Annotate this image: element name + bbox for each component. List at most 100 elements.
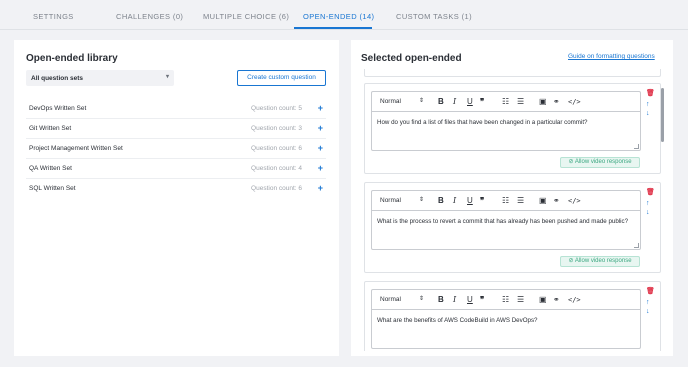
set-name: QA Written Set (29, 165, 72, 172)
list-item: SQL Written Set Question count: 6 + (26, 179, 326, 199)
editor-toolbar: Normal ⇕ B I U ❞ ☷ ☰ ▣ ⚭ </> (372, 191, 640, 211)
question-editor[interactable]: Normal ⇕ B I U ❞ ☷ ☰ ▣ ⚭ </> What is the… (371, 190, 641, 250)
code-icon[interactable]: </> (568, 98, 581, 106)
quote-icon[interactable]: ❞ (480, 196, 484, 205)
bold-icon[interactable]: B (438, 196, 444, 205)
selected-title: Selected open-ended (361, 53, 462, 64)
bold-icon[interactable]: B (438, 295, 444, 304)
up-down-chevron-icon: ⇕ (419, 296, 425, 302)
format-select[interactable]: Normal (380, 296, 401, 303)
trash-icon[interactable]: 🗑 (646, 287, 655, 295)
selected-questions-scroll[interactable]: Normal ⇕ B I U ❞ ☷ ☰ ▣ ⚭ </> How do you … (361, 69, 665, 351)
move-up-icon[interactable]: ↑ (646, 200, 650, 207)
quote-icon[interactable]: ❞ (480, 97, 484, 106)
set-name: Git Written Set (29, 125, 72, 132)
underline-icon[interactable]: U (467, 196, 473, 205)
resize-handle-icon[interactable] (634, 243, 639, 248)
set-count: Question count: 6 (251, 145, 302, 152)
set-name: SQL Written Set (29, 185, 76, 192)
tab-settings[interactable]: SETTINGS (33, 12, 74, 21)
allow-video-response-button[interactable]: ⊘ Allow video response (560, 157, 640, 168)
link-icon[interactable]: ⚭ (553, 97, 560, 106)
up-down-chevron-icon: ⇕ (419, 98, 425, 104)
tab-custom-tasks[interactable]: CUSTOM TASKS (1) (396, 12, 472, 21)
formatting-guide-link[interactable]: Guide on formatting questions (568, 53, 655, 60)
video-button-label: Allow video response (574, 159, 632, 165)
add-set-icon[interactable]: + (318, 143, 323, 153)
chevron-down-icon: ▾ (165, 74, 169, 80)
code-icon[interactable]: </> (568, 296, 581, 304)
code-icon[interactable]: </> (568, 197, 581, 205)
ordered-list-icon[interactable]: ☷ (502, 196, 509, 205)
library-panel: Open-ended library All question sets ▾ C… (14, 40, 339, 356)
trash-icon[interactable]: 🗑 (646, 188, 655, 196)
list-item: QA Written Set Question count: 4 + (26, 159, 326, 179)
tab-multiple-choice[interactable]: MULTIPLE CHOICE (6) (203, 12, 289, 21)
editor-toolbar: Normal ⇕ B I U ❞ ☷ ☰ ▣ ⚭ </> (372, 92, 640, 112)
create-custom-question-button[interactable]: Create custom question (237, 70, 326, 86)
question-card: Normal ⇕ B I U ❞ ☷ ☰ ▣ ⚭ </> How do you … (364, 83, 661, 174)
set-count: Question count: 4 (251, 165, 302, 172)
link-icon[interactable]: ⚭ (553, 295, 560, 304)
library-title: Open-ended library (26, 53, 118, 64)
move-down-icon[interactable]: ↓ (646, 110, 650, 117)
resize-handle-icon[interactable] (634, 144, 639, 149)
image-icon[interactable]: ▣ (539, 196, 547, 205)
bullet-list-icon[interactable]: ☰ (517, 97, 524, 106)
ordered-list-icon[interactable]: ☷ (502, 295, 509, 304)
move-down-icon[interactable]: ↓ (646, 209, 650, 216)
trash-icon[interactable]: 🗑 (646, 89, 655, 97)
image-icon[interactable]: ▣ (539, 97, 547, 106)
scrollbar-thumb[interactable] (661, 88, 664, 142)
list-item: Git Written Set Question count: 3 + (26, 119, 326, 139)
ordered-list-icon[interactable]: ☷ (502, 97, 509, 106)
question-text[interactable]: How do you find a list of files that hav… (377, 118, 632, 127)
list-item: DevOps Written Set Question count: 5 + (26, 99, 326, 119)
tab-open-ended[interactable]: OPEN-ENDED (14) (303, 12, 374, 21)
set-name: Project Management Written Set (29, 145, 123, 152)
question-text[interactable]: What are the benefits of AWS CodeBuild i… (377, 316, 632, 325)
image-icon[interactable]: ▣ (539, 295, 547, 304)
up-down-chevron-icon: ⇕ (419, 197, 425, 203)
question-editor[interactable]: Normal ⇕ B I U ❞ ☷ ☰ ▣ ⚭ </> How do you … (371, 91, 641, 151)
move-down-icon[interactable]: ↓ (646, 308, 650, 315)
previous-question-card (364, 69, 661, 77)
set-count: Question count: 6 (251, 185, 302, 192)
tab-challenges[interactable]: CHALLENGES (0) (116, 12, 183, 21)
question-set-list: DevOps Written Set Question count: 5 + G… (26, 99, 326, 199)
add-set-icon[interactable]: + (318, 123, 323, 133)
underline-icon[interactable]: U (467, 295, 473, 304)
underline-icon[interactable]: U (467, 97, 473, 106)
selected-panel: Selected open-ended Guide on formatting … (351, 40, 673, 356)
italic-icon[interactable]: I (453, 196, 456, 205)
question-card: Normal ⇕ B I U ❞ ☷ ☰ ▣ ⚭ </> What is the… (364, 182, 661, 273)
question-set-filter[interactable]: All question sets ▾ (26, 70, 174, 86)
quote-icon[interactable]: ❞ (480, 295, 484, 304)
set-count: Question count: 5 (251, 105, 302, 112)
allow-video-response-button[interactable]: ⊘ Allow video response (560, 256, 640, 267)
filter-value: All question sets (31, 75, 84, 82)
format-select[interactable]: Normal (380, 98, 401, 105)
move-up-icon[interactable]: ↑ (646, 299, 650, 306)
question-editor[interactable]: Normal ⇕ B I U ❞ ☷ ☰ ▣ ⚭ </> What are th… (371, 289, 641, 349)
move-up-icon[interactable]: ↑ (646, 101, 650, 108)
question-card: Normal ⇕ B I U ❞ ☷ ☰ ▣ ⚭ </> What are th… (364, 281, 661, 351)
active-tab-indicator (294, 27, 372, 29)
bullet-list-icon[interactable]: ☰ (517, 295, 524, 304)
video-button-label: Allow video response (574, 258, 632, 264)
editor-toolbar: Normal ⇕ B I U ❞ ☷ ☰ ▣ ⚭ </> (372, 290, 640, 310)
italic-icon[interactable]: I (453, 295, 456, 304)
set-count: Question count: 3 (251, 125, 302, 132)
question-text[interactable]: What is the process to revert a commit t… (377, 217, 632, 226)
add-set-icon[interactable]: + (318, 163, 323, 173)
add-set-icon[interactable]: + (318, 103, 323, 113)
format-select[interactable]: Normal (380, 197, 401, 204)
tab-bar: SETTINGS CHALLENGES (0) MULTIPLE CHOICE … (0, 0, 688, 30)
set-name: DevOps Written Set (29, 105, 87, 112)
add-set-icon[interactable]: + (318, 183, 323, 193)
bullet-list-icon[interactable]: ☰ (517, 196, 524, 205)
link-icon[interactable]: ⚭ (553, 196, 560, 205)
bold-icon[interactable]: B (438, 97, 444, 106)
italic-icon[interactable]: I (453, 97, 456, 106)
list-item: Project Management Written Set Question … (26, 139, 326, 159)
